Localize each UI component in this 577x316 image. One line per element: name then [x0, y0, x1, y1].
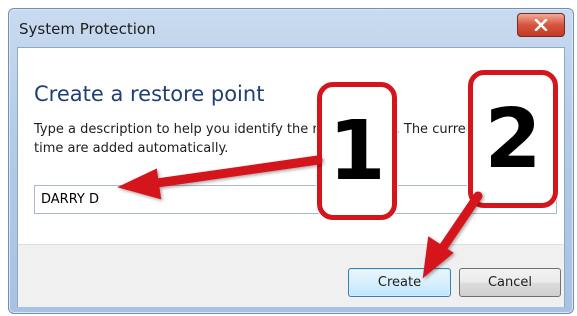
close-button[interactable]: [517, 13, 565, 37]
dialog-heading: Create a restore point: [34, 82, 265, 106]
step-2-callout: 2: [468, 70, 558, 208]
window-title: System Protection: [19, 20, 156, 38]
create-button[interactable]: Create: [348, 268, 451, 297]
dialog-footer: Create Cancel: [18, 244, 564, 307]
close-icon: [534, 19, 548, 31]
cancel-button[interactable]: Cancel: [459, 268, 561, 297]
step-1-callout: 1: [317, 82, 397, 220]
title-bar[interactable]: System Protection: [9, 9, 573, 47]
